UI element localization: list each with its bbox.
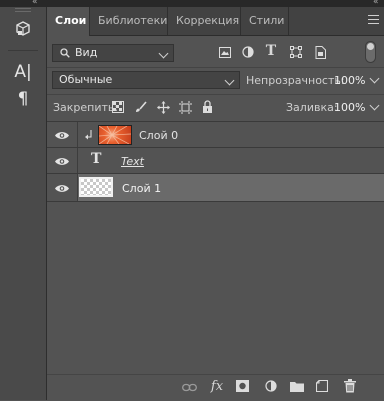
paragraph-icon[interactable]: ¶: [10, 88, 36, 110]
text-layer-icon: T: [91, 151, 102, 167]
blend-mode-value: Обычные: [59, 73, 113, 86]
panel-top-strip: [0, 0, 384, 7]
collapse-panel-icon[interactable]: «: [373, 0, 379, 7]
delete-layer-icon[interactable]: [343, 378, 357, 393]
eye-icon[interactable]: [54, 184, 70, 193]
filter-kind-label: Вид: [75, 46, 98, 59]
fill-label: Заливка:: [286, 101, 338, 114]
image-filter-icon[interactable]: [218, 45, 232, 59]
tab-styles[interactable]: Стили: [241, 7, 289, 35]
toolbar-divider: [8, 50, 38, 51]
opacity-label: Непрозрачность:: [246, 74, 345, 87]
collapse-toolbar-icon[interactable]: «: [32, 0, 38, 7]
lock-all-icon[interactable]: [200, 99, 214, 114]
layer-row-selected[interactable]: Слой 1: [47, 174, 384, 202]
3d-cube-icon[interactable]: [10, 18, 36, 40]
lock-image-pixels-icon[interactable]: [134, 100, 148, 114]
text-filter-icon[interactable]: T: [264, 43, 278, 59]
row-divider: [47, 94, 384, 95]
fill-value[interactable]: 100%: [334, 101, 365, 114]
new-group-folder-icon[interactable]: [289, 379, 304, 393]
eye-icon[interactable]: [54, 131, 70, 140]
layer-thumbnail: [79, 177, 113, 197]
clipping-mask-icon: [85, 130, 92, 140]
link-layers-icon[interactable]: [181, 380, 197, 394]
blend-mode-select[interactable]: Обычные: [52, 71, 240, 89]
layer-row[interactable]: Слой 0: [47, 122, 384, 148]
lock-artboard-icon[interactable]: [178, 100, 192, 114]
filter-kind-select[interactable]: Вид: [52, 44, 174, 62]
row-divider: [47, 67, 384, 68]
tab-libraries[interactable]: Библиотеки: [90, 7, 168, 35]
new-layer-icon[interactable]: [315, 379, 329, 393]
search-icon: [60, 48, 70, 58]
lock-position-icon[interactable]: [156, 100, 170, 114]
chevron-down-icon: [158, 48, 169, 59]
layer-name[interactable]: Слой 0: [139, 129, 178, 142]
smart-object-filter-icon[interactable]: [313, 45, 327, 59]
layer-style-fx-icon[interactable]: fx: [208, 378, 226, 394]
tab-layers[interactable]: Слои: [47, 7, 90, 36]
opacity-value[interactable]: 100%: [334, 74, 365, 87]
layer-thumbnail: [98, 125, 132, 145]
panel-menu-icon[interactable]: [368, 15, 379, 24]
shape-filter-icon[interactable]: [289, 45, 303, 59]
character-icon[interactable]: A|: [10, 61, 36, 83]
lock-label: Закрепить:: [53, 101, 119, 114]
adjustment-filter-icon[interactable]: [241, 45, 255, 59]
lock-transparent-pixels-icon[interactable]: [111, 100, 125, 114]
add-mask-icon[interactable]: [235, 379, 249, 393]
tab-adjustments[interactable]: Коррекция: [168, 7, 241, 35]
new-adjustment-layer-icon[interactable]: [264, 379, 278, 393]
layer-name[interactable]: Слой 1: [122, 182, 161, 195]
layer-row[interactable]: T Text: [47, 148, 384, 174]
layers-panel: [47, 7, 384, 400]
toolbar-grip[interactable]: [15, 8, 31, 12]
layer-name[interactable]: Text: [121, 155, 144, 168]
chevron-down-icon: [224, 75, 235, 86]
eye-icon[interactable]: [54, 157, 70, 166]
filter-toggle-switch[interactable]: [365, 41, 376, 63]
